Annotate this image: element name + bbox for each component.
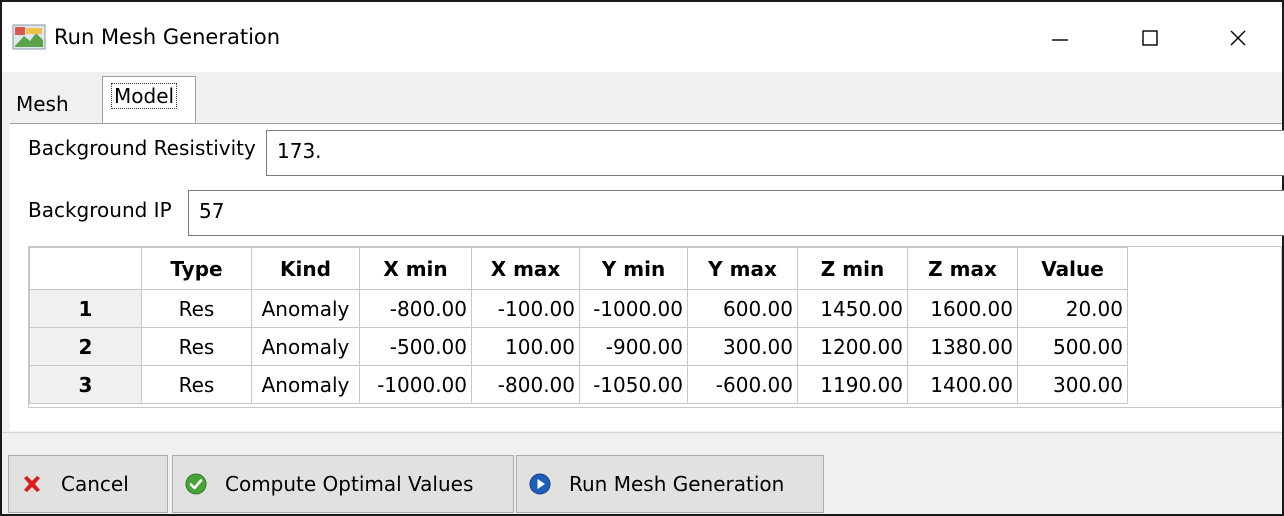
cell-type[interactable]: Res [141,289,252,328]
maximize-icon [1142,30,1158,46]
close-icon [1230,30,1246,46]
tab-model[interactable]: Model [102,76,196,124]
cell-z-min[interactable]: 1450.00 [797,289,908,328]
cell-value[interactable]: 300.00 [1017,365,1128,404]
green-check-icon [185,473,207,495]
table-row[interactable]: 1 Res Anomaly -800.00 -100.00 -1000.00 6… [29,289,1128,328]
cell-z-max[interactable]: 1600.00 [907,289,1018,328]
cell-x-min[interactable]: -800.00 [359,289,472,328]
column-header-y-min[interactable]: Y min [579,247,688,290]
cell-value[interactable]: 500.00 [1017,327,1128,366]
cell-y-max[interactable]: -600.00 [687,365,798,404]
window-title: Run Mesh Generation [54,25,281,49]
run-mesh-generation-dialog: Run Mesh Generation Mesh Model Backgroun… [0,0,1284,516]
app-icon [12,24,46,50]
run-mesh-generation-button[interactable]: Run Mesh Generation [516,455,824,513]
close-button[interactable] [1210,16,1266,60]
table-row[interactable]: 3 Res Anomaly -1000.00 -800.00 -1050.00 … [29,365,1128,404]
cell-y-min[interactable]: -1000.00 [579,289,688,328]
cell-z-min[interactable]: 1190.00 [797,365,908,404]
row-header[interactable]: 3 [29,365,142,404]
table-header-row: Type Kind X min X max Y min Y max Z min … [29,247,1128,290]
corner-cell [29,247,142,290]
minimize-button[interactable] [1032,16,1088,60]
background-ip-input[interactable]: 57 [188,190,1284,236]
column-header-z-max[interactable]: Z max [907,247,1018,290]
compute-optimal-values-button[interactable]: Compute Optimal Values [172,455,514,513]
cell-z-max[interactable]: 1380.00 [907,327,1018,366]
cell-type[interactable]: Res [141,327,252,366]
cell-z-min[interactable]: 1200.00 [797,327,908,366]
column-header-x-max[interactable]: X max [471,247,580,290]
cell-y-max[interactable]: 300.00 [687,327,798,366]
row-header[interactable]: 1 [29,289,142,328]
column-header-y-max[interactable]: Y max [687,247,798,290]
run-mesh-generation-label: Run Mesh Generation [569,472,785,496]
cell-x-min[interactable]: -500.00 [359,327,472,366]
cancel-button[interactable]: Cancel [8,455,168,513]
model-panel: Background Resistivity 173. Background I… [10,123,1284,431]
cell-y-min[interactable]: -900.00 [579,327,688,366]
column-header-kind[interactable]: Kind [251,247,360,290]
cell-x-min[interactable]: -1000.00 [359,365,472,404]
cancel-button-label: Cancel [61,472,129,496]
row-header[interactable]: 2 [29,327,142,366]
column-header-value[interactable]: Value [1017,247,1128,290]
title-bar: Run Mesh Generation [2,2,1282,72]
cell-kind[interactable]: Anomaly [251,327,360,366]
cell-y-min[interactable]: -1050.00 [579,365,688,404]
column-header-x-min[interactable]: X min [359,247,472,290]
anomaly-table: Type Kind X min X max Y min Y max Z min … [28,246,1282,408]
cell-type[interactable]: Res [141,365,252,404]
button-bar: Cancel Compute Optimal Values Run Mesh G… [2,432,1282,514]
background-ip-label: Background IP [28,198,172,222]
cell-kind[interactable]: Anomaly [251,289,360,328]
red-x-icon [24,476,40,492]
minimize-icon [1052,39,1068,41]
cell-z-max[interactable]: 1400.00 [907,365,1018,404]
tab-mesh[interactable]: Mesh [10,86,75,122]
cell-x-max[interactable]: 100.00 [471,327,580,366]
anomaly-grid: Type Kind X min X max Y min Y max Z min … [29,247,1128,404]
compute-optimal-values-label: Compute Optimal Values [225,472,474,496]
cell-value[interactable]: 20.00 [1017,289,1128,328]
blue-play-icon [529,473,551,495]
cell-x-max[interactable]: -800.00 [471,365,580,404]
column-header-z-min[interactable]: Z min [797,247,908,290]
column-header-type[interactable]: Type [141,247,252,290]
cell-y-max[interactable]: 600.00 [687,289,798,328]
cell-kind[interactable]: Anomaly [251,365,360,404]
maximize-button[interactable] [1122,16,1178,60]
tab-model-label: Model [111,83,178,109]
background-resistivity-label: Background Resistivity [28,136,256,160]
table-row[interactable]: 2 Res Anomaly -500.00 100.00 -900.00 300… [29,327,1128,366]
background-resistivity-input[interactable]: 173. [266,130,1284,176]
cell-x-max[interactable]: -100.00 [471,289,580,328]
